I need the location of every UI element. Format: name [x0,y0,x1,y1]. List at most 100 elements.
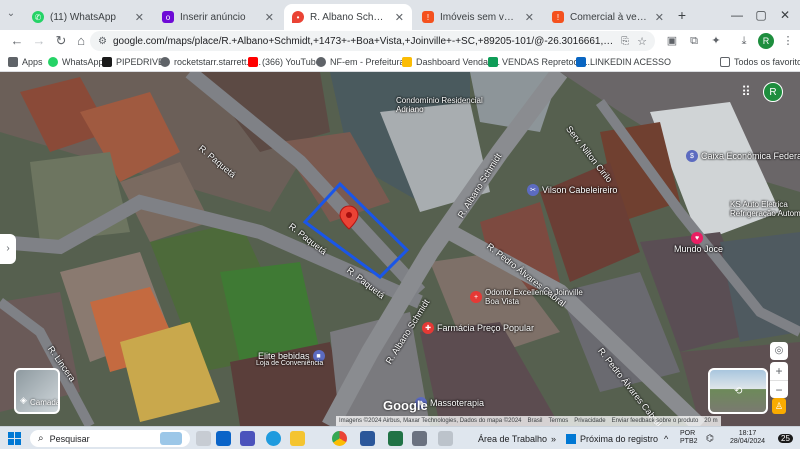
poi-label: Farmácia Preço Popular [437,323,535,333]
tray-chevron-icon[interactable]: ^ [664,430,668,447]
tab-label: Inserir anúncio [180,11,246,23]
tab-search-icon[interactable]: ⌄ [4,8,18,22]
next-record-toolbar[interactable]: Próxima do registro [566,430,658,447]
bookmark-nf-em[interactable]: NF-em - Prefeitura... [316,55,412,69]
chrome-alt-icon[interactable] [438,431,453,446]
notification-badge[interactable]: 25 [778,430,793,447]
scale-label[interactable]: 20 m [704,418,717,424]
poi-condominio[interactable]: Condomínio Residencial Adriano [396,96,486,114]
tray-lang[interactable]: POR PTB2 [680,430,698,447]
map-canvas[interactable]: R. Paquetá R. Paquetá R. Paquetá R. Alba… [0,72,800,426]
olx-icon: o [162,11,174,23]
taskbar-search-box[interactable]: ⌕ Pesquisar [30,430,190,447]
tab-google-maps[interactable]: • R. Albano Schmidt, 1473 - B ✕ [284,4,412,30]
poi-farmacia[interactable]: ✚ Farmácia Preço Popular [422,322,534,334]
excel-icon[interactable] [388,431,403,446]
poi-vilson[interactable]: ✂ Vilson Cabeleireiro [527,184,617,196]
bookmark-youtube[interactable]: (366) YouTube [248,55,321,69]
edge-icon[interactable] [266,431,281,446]
onedrive-icon[interactable] [412,431,427,446]
collapse-side-panel-button[interactable]: › [0,234,16,264]
site-info-icon[interactable]: ⚙ [98,36,107,47]
bookmark-linkedin[interactable]: LINKEDIN ACESSO [576,55,671,69]
windows-taskbar: ⌕ Pesquisar Área de Trabalho » Próxima d… [0,426,800,449]
bookmark-pipedrive[interactable]: PIPEDRIVE [102,55,164,69]
address-bar[interactable]: ⚙ google.com/maps/place/R.+Albano+Schmid… [90,31,655,51]
close-icon[interactable]: ✕ [395,11,404,24]
bookmark-apps[interactable]: Apps [8,55,43,69]
bookmark-rocketstarr[interactable]: rocketstarr.starrett.c... [160,55,261,69]
maps-pin-icon: • [292,11,304,23]
scissors-icon: ✂ [527,184,539,196]
poi-label: KS Auto Eletrica Refrigeração Autom [730,200,800,218]
teams-icon[interactable] [240,431,255,446]
close-window-button[interactable]: ✕ [774,6,796,24]
zoom-out-button[interactable]: − [770,380,788,398]
close-icon[interactable]: ✕ [525,11,534,24]
desktop-toolbar[interactable]: Área de Trabalho » [478,430,556,447]
bookmark-star-icon[interactable]: ☆ [637,35,647,48]
sheets-icon [488,57,498,67]
language-label: POR [680,430,696,437]
shopping-bag-icon: ♥ [691,232,704,244]
reload-button[interactable]: ↻ [52,32,70,50]
poi-ks-auto[interactable]: KS Auto Eletrica Refrigeração Autom [730,200,800,218]
chevron-right-icon: » [551,433,557,444]
tab-imoveis[interactable]: ! Imóveis sem vagas à venda ✕ [414,4,542,30]
bookmark-whatsapp[interactable]: WhatsApp [48,55,104,69]
menu-icon[interactable]: ⋮ [780,33,796,49]
map-footer: Imagens ©2024 Airbus, Maxar Technologies… [336,416,721,426]
bookmark-label: WhatsApp [62,57,104,67]
poi-label: Condomínio Residencial Adriano [396,96,483,114]
search-highlight-icon [160,432,182,445]
zoom-in-button[interactable]: + [770,362,788,380]
puzzle-icon[interactable]: ✦ [708,33,724,49]
maximize-button[interactable]: ▢ [750,6,772,24]
home-button[interactable]: ⌂ [72,32,90,50]
copy-icon[interactable]: ⧉ [686,33,702,49]
task-view-icon[interactable] [196,431,211,446]
poi-odonto[interactable]: + Odonto Excellence Joinville Boa Vista [470,288,585,306]
network-icon[interactable]: ⌬ [706,430,714,447]
tab-bar: ⌄ ✆ (11) WhatsApp ✕ o Inserir anúncio ✕ … [0,0,800,30]
download-icon[interactable]: ⤓ [736,33,752,49]
tab-comercial[interactable]: ! Comercial à venda com 0, B ✕ [544,4,672,30]
layers-label: Camadas [30,398,60,407]
tab-whatsapp[interactable]: ✆ (11) WhatsApp ✕ [24,4,152,30]
street-view-thumbnail[interactable]: ⟲ [708,368,768,414]
apps-grid-icon[interactable]: ⠿ [738,84,754,100]
close-icon[interactable]: ✕ [135,11,144,24]
extension-icon[interactable]: ▣ [664,33,680,49]
pipedrive-icon [102,57,112,67]
poi-caixa[interactable]: $ Caixa Econômica Federal [686,150,800,162]
footer-link-privacy[interactable]: Privacidade [574,418,605,424]
clock[interactable]: 18:17 28/04/2024 [730,430,765,447]
globe-icon [316,57,326,67]
word-icon[interactable] [360,431,375,446]
outlook-icon[interactable] [216,431,231,446]
back-button[interactable]: ← [8,32,26,50]
poi-mundo-joce[interactable]: ♥ Mundo Joce [674,232,723,254]
map-profile-avatar[interactable]: R [763,82,783,102]
footer-link-terms[interactable]: Termos [549,418,569,424]
file-explorer-icon[interactable] [290,431,305,446]
pegman-icon[interactable]: ♙ [772,398,786,414]
bookmark-dashboard[interactable]: Dashboard Vendas... [402,55,500,69]
footer-link-feedback[interactable]: Enviar feedback sobre o produto [612,418,699,424]
new-tab-button[interactable]: + [674,7,690,23]
attribution-text: Imagens ©2024 Airbus, Maxar Technologies… [339,418,522,424]
layers-button[interactable]: ◈ Camadas [14,368,60,414]
footer-link-country[interactable]: Brasil [528,418,543,424]
profile-avatar[interactable]: R [758,33,774,49]
my-location-button[interactable]: ◎ [770,342,788,360]
close-icon[interactable]: ✕ [265,11,274,24]
windows-start-icon[interactable] [8,432,21,445]
forward-button[interactable]: → [30,32,48,50]
tab-olx[interactable]: o Inserir anúncio ✕ [154,4,282,30]
chrome-icon[interactable] [332,431,347,446]
bookmarks-bar: Apps WhatsApp PIPEDRIVE rocketstarr.star… [0,52,800,72]
minimize-button[interactable]: — [726,6,748,24]
all-bookmarks[interactable]: Todos os favoritos [720,55,800,69]
install-icon[interactable]: ⎘ [621,36,629,47]
close-icon[interactable]: ✕ [655,11,664,24]
